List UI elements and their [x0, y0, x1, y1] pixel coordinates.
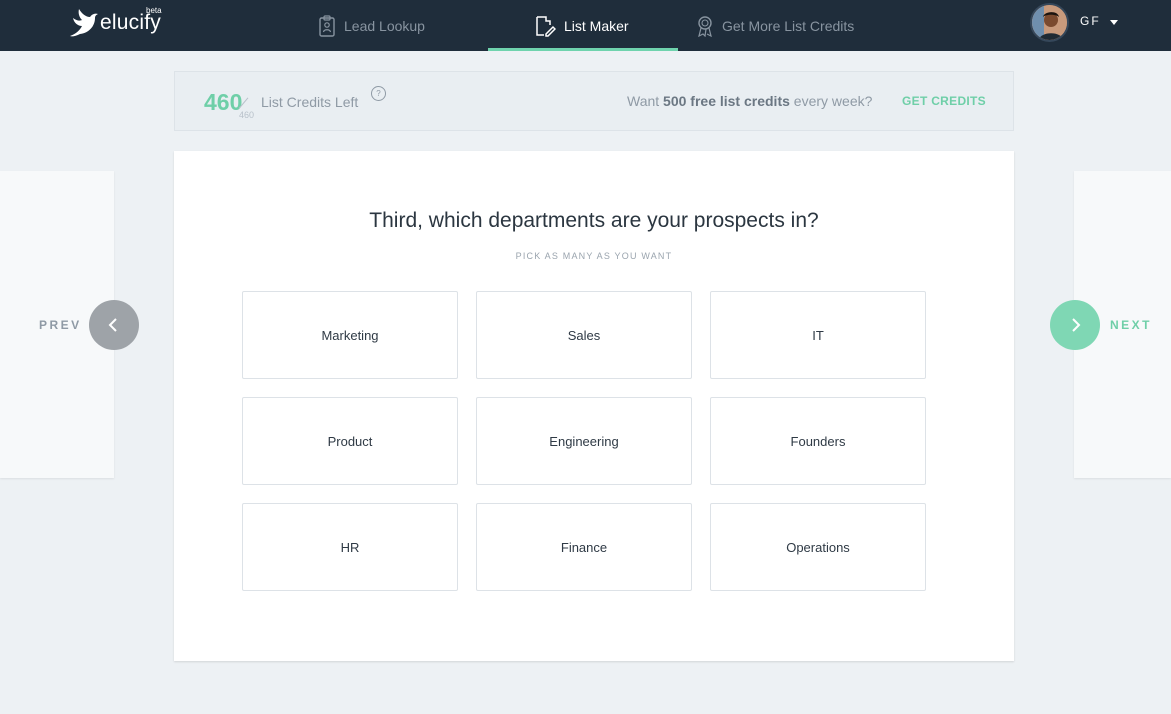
option-operations[interactable]: Operations [710, 503, 926, 591]
step-question: Third, which departments are your prospe… [369, 209, 819, 232]
beta-badge: beta [146, 6, 162, 15]
avatar[interactable] [1030, 3, 1069, 42]
option-engineering[interactable]: Engineering [476, 397, 692, 485]
option-product[interactable]: Product [242, 397, 458, 485]
credits-remaining: 460 [204, 89, 243, 115]
nav-lead-lookup-label: Lead Lookup [344, 17, 425, 34]
nav-list-maker-label: List Maker [564, 17, 629, 34]
bird-logo-icon [70, 9, 98, 37]
next-button[interactable] [1050, 300, 1100, 350]
top-navigation-bar: elucify beta Lead Lookup List Maker Get … [0, 0, 1171, 51]
option-sales[interactable]: Sales [476, 291, 692, 379]
option-marketing[interactable]: Marketing [242, 291, 458, 379]
prev-label[interactable]: PREV [39, 318, 82, 332]
brand-logo[interactable]: elucify beta [68, 6, 178, 42]
get-credits-button[interactable]: GET CREDITS [902, 94, 986, 108]
chevron-right-icon [1072, 318, 1081, 332]
list-edit-icon [536, 15, 556, 37]
promo-highlight: 500 free list credits [663, 93, 790, 109]
help-icon[interactable]: ? [371, 86, 386, 101]
option-hr[interactable]: HR [242, 503, 458, 591]
credits-label: List Credits Left [261, 94, 359, 110]
active-tab-indicator [488, 48, 678, 51]
department-step-card: Third, which departments are your prospe… [174, 151, 1014, 661]
user-initials[interactable]: GF [1080, 14, 1101, 28]
credits-total: 460 [239, 110, 255, 120]
option-it[interactable]: IT [710, 291, 926, 379]
credits-panel: 460 460 List Credits Left ? Want 500 fre… [174, 71, 1014, 131]
prev-button[interactable] [89, 300, 139, 350]
nav-list-maker[interactable]: List Maker [534, 0, 629, 51]
step-hint: PICK AS MANY AS YOU WANT [515, 251, 673, 261]
award-ribbon-icon [698, 15, 712, 37]
option-founders[interactable]: Founders [710, 397, 926, 485]
next-label[interactable]: NEXT [1110, 318, 1152, 332]
nav-get-more-credits-label: Get More List Credits [722, 17, 855, 34]
user-avatar-icon [1032, 5, 1067, 40]
promo-suffix: every week? [789, 93, 873, 109]
nav-lead-lookup[interactable]: Lead Lookup [318, 0, 425, 51]
chevron-down-icon[interactable] [1110, 20, 1118, 25]
credits-promo: Want 500 free list credits every week? [627, 93, 872, 109]
badge-icon [319, 14, 335, 37]
nav-get-more-credits[interactable]: Get More List Credits [696, 0, 854, 51]
chevron-left-icon [108, 318, 117, 332]
option-finance[interactable]: Finance [476, 503, 692, 591]
promo-prefix: Want [627, 93, 664, 109]
